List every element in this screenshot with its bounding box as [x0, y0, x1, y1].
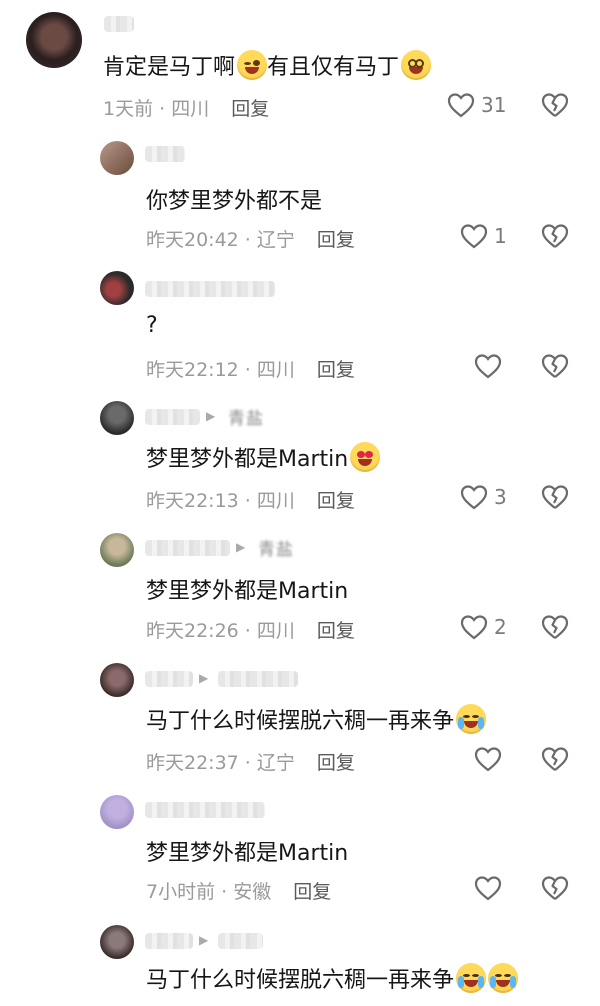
dislike-button[interactable] [541, 875, 569, 905]
heart-icon [474, 876, 502, 901]
like-count: 2 [494, 615, 507, 639]
dislike-button[interactable] [541, 614, 569, 644]
username-blurred[interactable] [145, 409, 200, 425]
crying-laughing-icon [456, 704, 487, 734]
comment-meta: 7小时前 · 安徽 回复 [146, 881, 332, 903]
reply-button[interactable]: 回复 [317, 229, 355, 251]
comment-text: 马丁什么时候摆脱六稠一再来争 [146, 962, 519, 994]
reply-button[interactable]: 回复 [231, 98, 269, 120]
heart-eyes-icon [350, 442, 381, 472]
avatar[interactable] [26, 12, 82, 68]
like-button[interactable]: 2 [460, 614, 507, 640]
crying-laughing-icon [456, 963, 487, 993]
username-blurred[interactable] [145, 933, 193, 949]
avatar[interactable] [100, 141, 134, 175]
comment-meta: 昨天22:26 · 四川 回复 [146, 620, 355, 642]
reply-button[interactable]: 回复 [317, 752, 355, 774]
comment-text: ? [146, 313, 158, 338]
like-button[interactable]: 1 [460, 223, 507, 249]
reply-button[interactable]: 回复 [317, 620, 355, 642]
dizzy-face-icon [401, 50, 432, 80]
avatar[interactable] [100, 925, 134, 959]
comment-meta: 昨天20:42 · 辽宁 回复 [146, 229, 355, 251]
avatar[interactable] [100, 401, 134, 435]
broken-heart-icon [541, 485, 569, 509]
broken-heart-icon [541, 876, 569, 900]
reply-arrow-icon: ▶ [236, 540, 246, 554]
reply-button[interactable]: 回复 [293, 881, 331, 903]
comment-meta: 昨天22:37 · 辽宁 回复 [146, 752, 355, 774]
username-blurred[interactable] [145, 146, 185, 162]
comment-meta: 昨天22:12 · 四川 回复 [146, 359, 355, 381]
reply-to-name-blurred[interactable] [218, 671, 298, 687]
dislike-button[interactable] [541, 353, 569, 383]
like-count: 1 [494, 224, 507, 248]
like-button[interactable]: 31 [447, 92, 506, 118]
dislike-button[interactable] [541, 92, 569, 122]
like-button[interactable] [474, 746, 502, 772]
dislike-button[interactable] [541, 223, 569, 253]
comment-meta: 昨天22:13 · 四川 回复 [146, 490, 355, 512]
username-blurred[interactable] [104, 16, 134, 32]
dislike-button[interactable] [541, 746, 569, 776]
comment-meta: 1天前 · 四川 回复 [103, 98, 270, 120]
reply-arrow-icon: ▶ [199, 933, 209, 947]
dislike-button[interactable] [541, 484, 569, 514]
comment-text: 梦里梦外都是Martin [146, 579, 349, 604]
crying-laughing-icon [488, 963, 519, 993]
reply-button[interactable]: 回复 [317, 359, 355, 381]
comment-text: 肯定是马丁啊 有且仅有马丁 [103, 49, 432, 81]
reply-button[interactable]: 回复 [317, 490, 355, 512]
broken-heart-icon [541, 93, 569, 117]
heart-icon [447, 93, 475, 118]
broken-heart-icon [541, 615, 569, 639]
avatar[interactable] [100, 533, 134, 567]
like-count: 31 [481, 93, 507, 117]
broken-heart-icon [541, 747, 569, 771]
reply-to-name[interactable]: 青盐 [258, 535, 294, 560]
like-button[interactable] [474, 875, 502, 901]
heart-icon [460, 485, 488, 510]
reply-to-name[interactable]: 青盐 [228, 404, 264, 429]
reply-to-name-blurred[interactable] [218, 933, 263, 949]
avatar[interactable] [100, 271, 134, 305]
heart-icon [460, 615, 488, 640]
comment-text: 梦里梦外都是Martin [146, 441, 381, 473]
heart-icon [474, 747, 502, 772]
like-button[interactable]: 3 [460, 484, 507, 510]
username-blurred[interactable] [145, 281, 275, 297]
broken-heart-icon [541, 354, 569, 378]
broken-heart-icon [541, 224, 569, 248]
face-with-tongue-icon [237, 50, 268, 80]
reply-arrow-icon: ▶ [199, 671, 209, 685]
heart-icon [474, 354, 502, 379]
username-blurred[interactable] [145, 671, 193, 687]
comment-text: 梦里梦外都是Martin [146, 841, 349, 866]
avatar[interactable] [100, 663, 134, 697]
heart-icon [460, 224, 488, 249]
comment-text: 马丁什么时候摆脱六稠一再来争 [146, 703, 487, 735]
comment-text: 你梦里梦外都不是 [146, 189, 323, 214]
username-blurred[interactable] [145, 540, 230, 556]
avatar[interactable] [100, 795, 134, 829]
username-blurred[interactable] [145, 802, 265, 818]
like-count: 3 [494, 485, 507, 509]
like-button[interactable] [474, 353, 502, 379]
reply-arrow-icon: ▶ [206, 409, 216, 423]
